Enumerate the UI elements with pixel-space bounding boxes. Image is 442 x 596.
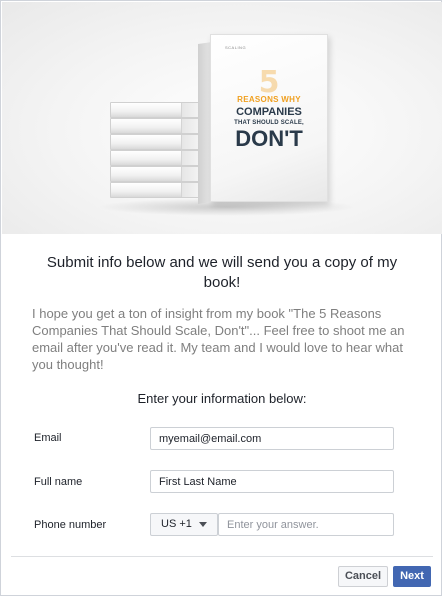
full-name-label: Full name: [34, 476, 83, 488]
cancel-button[interactable]: Cancel: [338, 566, 388, 587]
form-intro: Enter your information below:: [137, 391, 307, 406]
cover-title-line1: REASONS WHY: [237, 95, 301, 104]
email-field[interactable]: [150, 427, 394, 450]
email-label: Email: [34, 432, 62, 444]
cover-title-line2: COMPANIES: [236, 106, 302, 118]
footer-divider: [11, 556, 433, 557]
form-headline: Submit info below and we will send you a…: [46, 254, 398, 291]
cover-title-line4: DON'T: [235, 126, 303, 151]
book-cover: SCALING 5 REASONS WHY COMPANIES THAT SHO…: [210, 34, 328, 202]
chevron-down-icon: [199, 522, 207, 527]
cover-brand: SCALING: [225, 45, 247, 50]
featured-book: SCALING 5 REASONS WHY COMPANIES THAT SHO…: [198, 34, 328, 204]
country-code-value: US +1: [161, 518, 192, 530]
full-name-field[interactable]: [150, 470, 394, 493]
book-hero-image: SCALING 5 REASONS WHY COMPANIES THAT SHO…: [2, 2, 442, 234]
phone-input[interactable]: [218, 513, 394, 536]
country-code-select[interactable]: US +1: [150, 513, 218, 536]
form-description: I hope you get a ton of insight from my …: [32, 306, 405, 372]
lead-form-dialog: SCALING 5 REASONS WHY COMPANIES THAT SHO…: [0, 0, 442, 596]
next-button[interactable]: Next: [393, 566, 431, 587]
phone-label: Phone number: [34, 519, 107, 531]
